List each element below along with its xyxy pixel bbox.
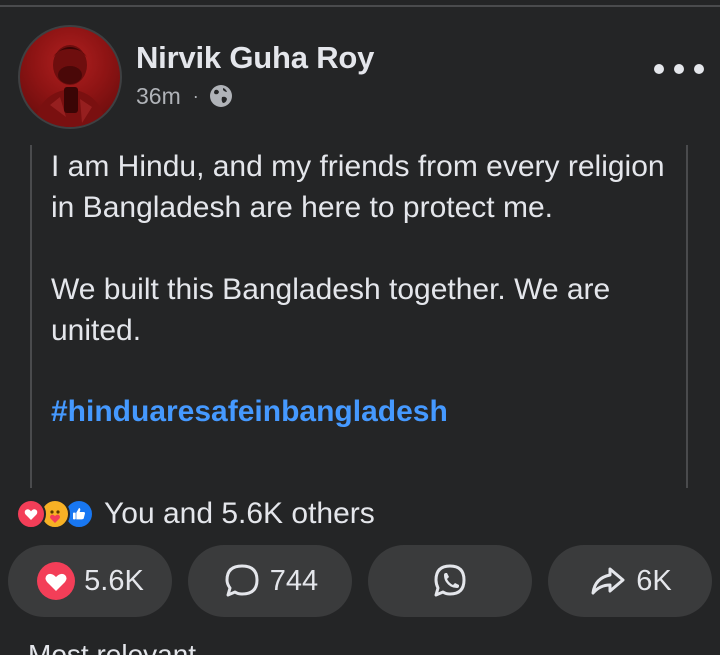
whatsapp-share-button[interactable] (368, 545, 532, 617)
reaction-summary-text: You and 5.6K others (104, 497, 375, 530)
whatsapp-icon (434, 564, 466, 597)
post-body: I am Hindu, and my friends from every re… (51, 146, 681, 432)
hashtag-link[interactable]: #hinduaresafeinbangladesh (51, 391, 448, 432)
avatar[interactable] (18, 25, 122, 129)
post-text-paragraph: We built this Bangladesh together. We ar… (51, 273, 611, 347)
share-arrow-icon (591, 567, 625, 595)
dot-icon (674, 64, 684, 74)
globe-icon[interactable] (209, 84, 233, 108)
comments-sort-label[interactable]: Most relevant (28, 640, 196, 655)
more-options-button[interactable] (654, 54, 704, 84)
action-bar: 5.6K 744 6K (8, 545, 712, 617)
love-reaction-icon (16, 499, 46, 529)
quote-border-left (30, 145, 32, 488)
comment-button[interactable]: 744 (188, 545, 352, 617)
love-icon (37, 562, 76, 600)
avatar-photo (34, 45, 106, 127)
reactions-summary[interactable]: You and 5.6K others (16, 496, 375, 532)
post-text-paragraph: I am Hindu, and my friends from every re… (51, 150, 665, 224)
dot-icon (694, 64, 704, 74)
post-timestamp[interactable]: 36m (136, 83, 181, 110)
post-card: Nirvik Guha Roy 36m · I am Hindu, and my… (0, 0, 720, 655)
post-meta: 36m · (136, 82, 233, 110)
top-divider (0, 5, 720, 7)
meta-separator: · (192, 85, 199, 106)
react-button[interactable]: 5.6K (8, 545, 172, 617)
share-button[interactable]: 6K (548, 545, 712, 617)
comment-icon (225, 564, 259, 597)
reaction-icons (16, 499, 94, 529)
author-name[interactable]: Nirvik Guha Roy (136, 40, 374, 76)
share-count: 6K (636, 564, 672, 597)
quote-border-right (686, 145, 688, 488)
comment-count: 744 (269, 564, 319, 597)
react-count: 5.6K (84, 564, 144, 597)
dot-icon (654, 64, 664, 74)
